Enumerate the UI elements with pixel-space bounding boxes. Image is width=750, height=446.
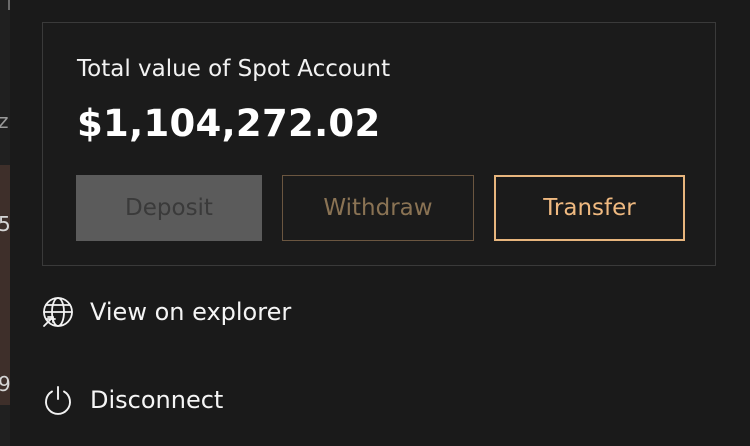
account-dropdown-panel: Total value of Spot Account $1,104,272.0… (10, 0, 750, 446)
disconnect-button[interactable]: Disconnect (40, 378, 223, 422)
spot-account-card: Total value of Spot Account $1,104,272.0… (42, 22, 716, 266)
wallet-dropdown-screen: z 5 9 Total value of Spot Account $1,104… (0, 0, 750, 446)
background-text-fragment: z (0, 109, 9, 133)
power-icon (40, 382, 76, 418)
view-on-explorer-link[interactable]: View on explorer (40, 290, 291, 334)
withdraw-button[interactable]: Withdraw (282, 175, 474, 241)
background-page-accent (0, 165, 10, 405)
view-on-explorer-label: View on explorer (90, 298, 292, 326)
spot-account-label: Total value of Spot Account (77, 56, 391, 82)
globe-link-icon (40, 294, 76, 330)
transfer-button[interactable]: Transfer (494, 175, 685, 241)
disconnect-label: Disconnect (90, 386, 224, 414)
spot-account-total-value: $1,104,272.02 (77, 102, 381, 145)
deposit-button[interactable]: Deposit (76, 175, 262, 241)
